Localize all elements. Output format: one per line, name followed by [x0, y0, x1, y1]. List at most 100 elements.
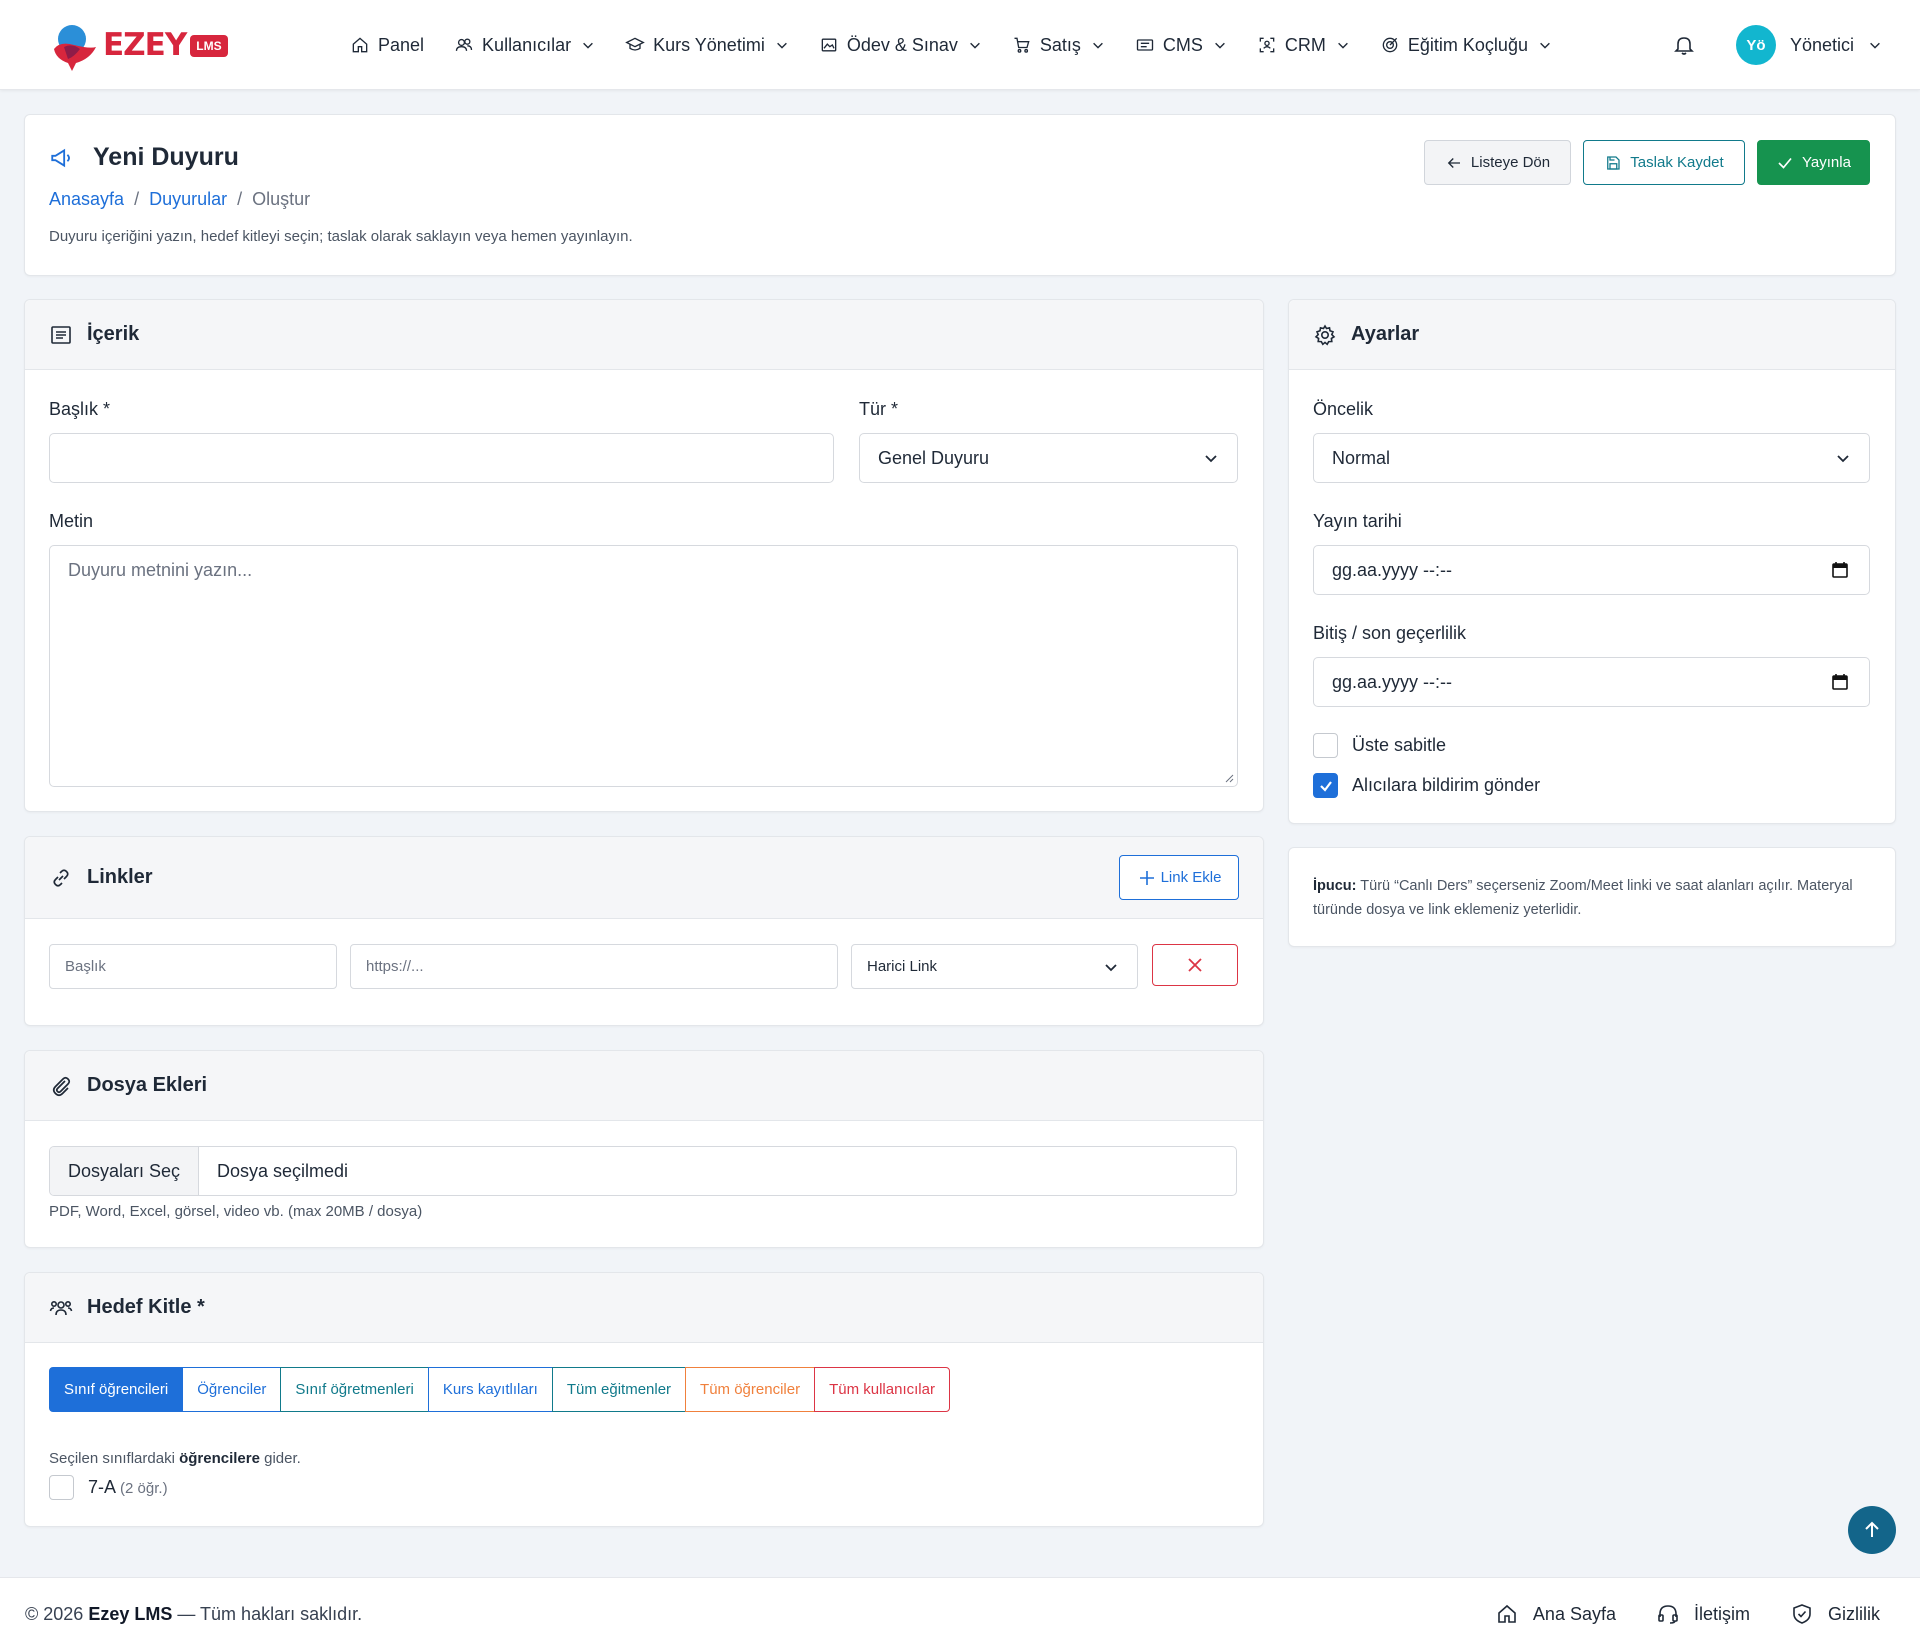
home-icon: [1498, 1604, 1516, 1623]
notify-checkbox[interactable]: [1313, 773, 1338, 798]
audience-card-title: Hedef Kitle *: [87, 1296, 205, 1318]
resize-handle-icon[interactable]: [1224, 773, 1234, 783]
chevron-down-icon: [1837, 455, 1849, 463]
document-lines-icon: [51, 325, 71, 344]
audience-option-all-instructors[interactable]: Tüm eğitmenler: [551, 1367, 687, 1412]
end-date-label: Bitiş / son geçerlilik: [1313, 623, 1467, 643]
nav-item-coaching[interactable]: Eğitim Koçluğu: [1380, 35, 1552, 56]
audience-card: Hedef Kitle * Sınıf öğrencileri Öğrencil…: [24, 1272, 1264, 1527]
nav-item-users[interactable]: Kullanıcılar: [454, 35, 595, 56]
check-icon: [1778, 157, 1792, 169]
title-field-label: Başlık *: [49, 399, 111, 419]
settings-card: Ayarlar Öncelik Normal Yayın tarihi gg.a…: [1288, 299, 1896, 824]
chevron-down-icon: [1870, 42, 1880, 49]
copyright: © 2026 Ezey LMS — Tüm hakları saklıdır.: [25, 1604, 362, 1625]
footer-link-label: Gizlilik: [1828, 1603, 1880, 1624]
attachments-card-header: Dosya Ekleri: [25, 1051, 1263, 1121]
close-icon: [1188, 958, 1202, 972]
link-type-value: Harici Link: [867, 958, 938, 975]
link-type-select[interactable]: Harici Link: [851, 944, 1138, 989]
class-checkbox-row[interactable]: 7-A (2 öğr.): [49, 1475, 168, 1500]
nav-item-sales[interactable]: Satış: [1012, 35, 1105, 56]
back-to-list-label: Listeye Dön: [1470, 154, 1551, 171]
type-select[interactable]: Genel Duyuru: [859, 433, 1238, 483]
class-label: 7-A: [88, 1477, 116, 1497]
save-icon: [1607, 155, 1620, 170]
body-field-label: Metin: [49, 511, 94, 531]
nav-label: Kullanıcılar: [482, 34, 572, 55]
nav-item-crm[interactable]: CRM: [1257, 35, 1350, 56]
arrow-up-icon: [1865, 1521, 1879, 1537]
scroll-to-top-button[interactable]: [1848, 1506, 1896, 1554]
target-icon: [1382, 37, 1398, 53]
nav-item-cms[interactable]: CMS: [1135, 35, 1227, 56]
priority-select[interactable]: Normal: [1313, 433, 1870, 483]
calendar-icon[interactable]: [1831, 673, 1849, 691]
link-url-input[interactable]: https://...: [350, 944, 838, 989]
breadcrumb-home[interactable]: Anasayfa: [49, 189, 124, 210]
top-navbar: EZEY LMS Panel Kullanıcılar Kurs Yönetim…: [0, 0, 1920, 90]
audience-option-label: Öğrenciler: [197, 1381, 267, 1398]
logo-text: EZEY: [103, 27, 187, 63]
publish-button[interactable]: Yayınla: [1757, 140, 1870, 185]
audience-option-students[interactable]: Öğrenciler: [182, 1367, 282, 1412]
add-link-label: Link Ekle: [1160, 869, 1222, 886]
footer-link-home[interactable]: Ana Sayfa: [1495, 1598, 1616, 1630]
choose-files-button[interactable]: Dosyaları Seç: [50, 1147, 199, 1195]
audience-option-class-teachers[interactable]: Sınıf öğretmenleri: [280, 1367, 429, 1412]
audience-segmented-control: Sınıf öğrencileri Öğrenciler Sınıf öğret…: [49, 1367, 950, 1412]
audience-option-course-enrollees[interactable]: Kurs kayıtlıları: [427, 1367, 553, 1412]
title-input[interactable]: [49, 433, 834, 483]
footer-link-privacy[interactable]: Gizlilik: [1790, 1598, 1880, 1630]
attachments-card: Dosya Ekleri Dosyaları Seç Dosya seçilme…: [24, 1050, 1264, 1248]
audience-option-all-students[interactable]: Tüm öğrenciler: [685, 1367, 816, 1412]
link-title-input[interactable]: Başlık: [49, 944, 337, 989]
logo-mark-icon: [50, 19, 102, 71]
nav-item-panel[interactable]: Panel: [350, 35, 424, 56]
body-textarea-placeholder: Duyuru metnini yazın...: [68, 560, 253, 580]
user-name: Yönetici: [1790, 34, 1855, 55]
cart-icon: [1014, 37, 1030, 53]
bell-icon[interactable]: [1672, 33, 1696, 57]
arrow-left-icon: [1447, 157, 1460, 168]
pin-checkbox[interactable]: [1313, 733, 1338, 758]
breadcrumb-current: Oluştur: [252, 189, 311, 209]
plus-icon: [1139, 870, 1154, 885]
remove-link-button[interactable]: [1152, 944, 1238, 986]
audience-option-label: Sınıf öğrencileri: [64, 1381, 169, 1398]
settings-card-header: Ayarlar: [1289, 300, 1895, 370]
save-draft-button[interactable]: Taslak Kaydet: [1583, 140, 1745, 185]
nav-item-assignments-exams[interactable]: Ödev & Sınav: [819, 35, 982, 56]
newspaper-icon: [1136, 39, 1154, 51]
chevron-down-icon: [1540, 42, 1550, 49]
calendar-icon[interactable]: [1831, 561, 1849, 579]
chevron-down-icon: [776, 42, 787, 49]
body-textarea[interactable]: Duyuru metnini yazın...: [49, 545, 1238, 787]
notify-checkbox-row[interactable]: Alıcılara bildirim gönder: [1313, 773, 1540, 798]
audience-hint: Seçilen sınıflardaki öğrencilere gider.: [49, 1450, 301, 1467]
audience-option-class-students[interactable]: Sınıf öğrencileri: [49, 1367, 184, 1412]
audience-hint-bold: öğrencilere: [179, 1450, 260, 1467]
publish-date-label: Yayın tarihi: [1313, 511, 1402, 531]
page-title-row: Yeni Duyuru: [49, 143, 239, 172]
breadcrumb-announcements[interactable]: Duyurular: [149, 189, 227, 210]
class-checkbox[interactable]: [49, 1475, 74, 1500]
image-icon: [821, 38, 837, 52]
back-to-list-button[interactable]: Listeye Dön: [1424, 140, 1571, 185]
chevron-down-icon: [970, 42, 980, 49]
user-menu[interactable]: Yö Yönetici: [1736, 25, 1882, 65]
publish-date-input[interactable]: gg.aa.yyyy --:--: [1313, 545, 1870, 595]
logo[interactable]: EZEY LMS: [50, 18, 228, 72]
add-link-button[interactable]: Link Ekle: [1119, 855, 1239, 900]
logo-badge: LMS: [190, 35, 228, 57]
file-input[interactable]: Dosyaları Seç Dosya seçilmedi: [49, 1146, 1237, 1196]
avatar: Yö: [1736, 25, 1776, 65]
nav-item-course-management[interactable]: Kurs Yönetimi: [625, 35, 789, 56]
audience-option-label: Kurs kayıtlıları: [442, 1381, 538, 1398]
class-name: 7-A (2 öğr.): [88, 1477, 168, 1498]
tip-text: İpucu: Türü “Canlı Ders” seçerseniz Zoom…: [1313, 874, 1873, 922]
audience-option-all-users[interactable]: Tüm kullanıcılar: [814, 1367, 950, 1412]
pin-checkbox-row[interactable]: Üste sabitle: [1313, 733, 1446, 758]
end-date-input[interactable]: gg.aa.yyyy --:--: [1313, 657, 1870, 707]
footer-link-contact[interactable]: İletişim: [1656, 1598, 1750, 1630]
